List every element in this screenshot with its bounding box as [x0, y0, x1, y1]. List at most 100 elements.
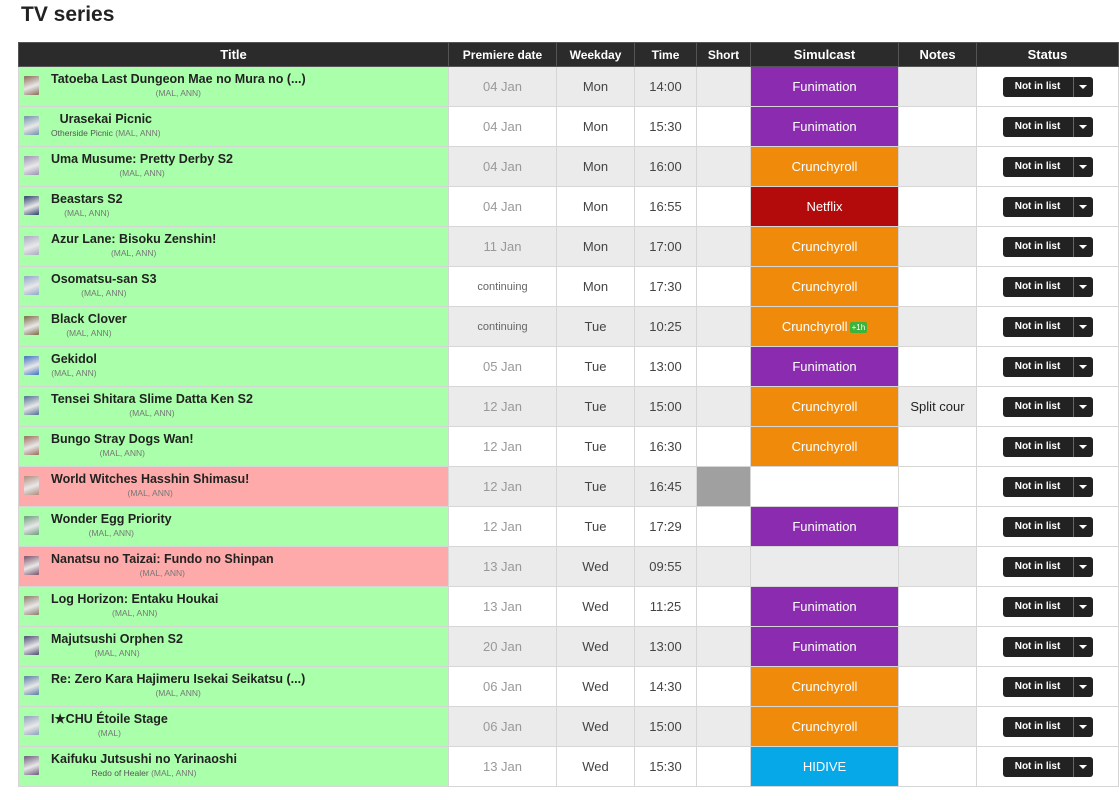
poster-thumbnail[interactable] [24, 356, 39, 375]
series-title[interactable]: Gekidol [51, 352, 97, 367]
poster-thumbnail[interactable] [24, 436, 39, 455]
external-links[interactable]: (MAL, ANN) [89, 528, 134, 538]
series-title[interactable]: Re: Zero Kara Hajimeru Isekai Seikatsu (… [51, 672, 305, 687]
caret-down-icon[interactable] [1072, 436, 1093, 457]
simulcast-service[interactable]: Crunchyroll [750, 226, 899, 267]
status-dropdown[interactable]: Not in list [1002, 236, 1093, 257]
external-links[interactable]: (MAL, ANN) [81, 288, 126, 298]
status-label[interactable]: Not in list [1003, 517, 1073, 537]
status-dropdown[interactable]: Not in list [1002, 556, 1093, 577]
column-header-short[interactable]: Short [696, 42, 751, 67]
poster-thumbnail[interactable] [24, 316, 39, 335]
series-title[interactable]: Osomatsu-san S3 [51, 272, 157, 287]
caret-down-icon[interactable] [1072, 596, 1093, 617]
status-dropdown[interactable]: Not in list [1002, 396, 1093, 417]
poster-thumbnail[interactable] [24, 76, 39, 95]
column-header-premiere-date[interactable]: Premiere date [448, 42, 557, 67]
caret-down-icon[interactable] [1072, 356, 1093, 377]
simulcast-service[interactable]: HIDIVE [750, 746, 899, 787]
caret-down-icon[interactable] [1072, 316, 1093, 337]
status-dropdown[interactable]: Not in list [1002, 516, 1093, 537]
simulcast-service[interactable]: Crunchyroll [750, 266, 899, 307]
series-title[interactable]: Beastars S2 [51, 192, 123, 207]
status-label[interactable]: Not in list [1003, 277, 1073, 297]
status-label[interactable]: Not in list [1003, 77, 1073, 97]
status-label[interactable]: Not in list [1003, 357, 1073, 377]
series-title[interactable]: Tensei Shitara Slime Datta Ken S2 [51, 392, 253, 407]
simulcast-service[interactable]: Funimation [750, 66, 899, 107]
series-title[interactable]: World Witches Hasshin Shimasu! [51, 472, 249, 487]
column-header-notes[interactable]: Notes [898, 42, 977, 67]
status-label[interactable]: Not in list [1003, 757, 1073, 777]
caret-down-icon[interactable] [1072, 116, 1093, 137]
simulcast-service[interactable]: Crunchyroll +1h [750, 306, 899, 347]
poster-thumbnail[interactable] [24, 236, 39, 255]
external-links[interactable]: (MAL, ANN) [140, 568, 185, 578]
simulcast-service[interactable]: Funimation [750, 626, 899, 667]
external-links[interactable]: (MAL, ANN) [127, 488, 172, 498]
caret-down-icon[interactable] [1072, 636, 1093, 657]
poster-thumbnail[interactable] [24, 596, 39, 615]
simulcast-service[interactable]: Crunchyroll [750, 706, 899, 747]
poster-thumbnail[interactable] [24, 556, 39, 575]
caret-down-icon[interactable] [1072, 676, 1093, 697]
external-links[interactable]: (MAL, ANN) [151, 768, 196, 778]
column-header-title[interactable]: Title [18, 42, 449, 67]
poster-thumbnail[interactable] [24, 476, 39, 495]
status-dropdown[interactable]: Not in list [1002, 356, 1093, 377]
external-links[interactable]: (MAL, ANN) [115, 128, 160, 138]
series-title[interactable]: Kaifuku Jutsushi no Yarinaoshi [51, 752, 237, 767]
simulcast-service[interactable]: Crunchyroll [750, 666, 899, 707]
simulcast-service[interactable]: Funimation [750, 106, 899, 147]
external-links[interactable]: (MAL, ANN) [94, 648, 139, 658]
status-dropdown[interactable]: Not in list [1002, 76, 1093, 97]
status-dropdown[interactable]: Not in list [1002, 636, 1093, 657]
caret-down-icon[interactable] [1072, 396, 1093, 417]
status-dropdown[interactable]: Not in list [1002, 116, 1093, 137]
series-title[interactable]: Tatoeba Last Dungeon Mae no Mura no (...… [51, 72, 306, 87]
caret-down-icon[interactable] [1072, 756, 1093, 777]
external-links[interactable]: (MAL, ANN) [51, 368, 96, 378]
status-dropdown[interactable]: Not in list [1002, 756, 1093, 777]
status-dropdown[interactable]: Not in list [1002, 156, 1093, 177]
caret-down-icon[interactable] [1072, 76, 1093, 97]
poster-thumbnail[interactable] [24, 756, 39, 775]
status-label[interactable]: Not in list [1003, 197, 1073, 217]
simulcast-service[interactable]: Funimation [750, 346, 899, 387]
status-dropdown[interactable]: Not in list [1002, 276, 1093, 297]
column-header-simulcast[interactable]: Simulcast [750, 42, 899, 67]
series-title[interactable]: Urasekai Picnic [51, 112, 161, 127]
status-label[interactable]: Not in list [1003, 597, 1073, 617]
poster-thumbnail[interactable] [24, 276, 39, 295]
status-dropdown[interactable]: Not in list [1002, 436, 1093, 457]
external-links[interactable]: (MAL, ANN) [111, 248, 156, 258]
simulcast-service[interactable]: Funimation [750, 586, 899, 627]
status-label[interactable]: Not in list [1003, 397, 1073, 417]
status-label[interactable]: Not in list [1003, 557, 1073, 577]
poster-thumbnail[interactable] [24, 396, 39, 415]
external-links[interactable]: (MAL, ANN) [155, 688, 200, 698]
status-label[interactable]: Not in list [1003, 677, 1073, 697]
status-label[interactable]: Not in list [1003, 717, 1073, 737]
series-title[interactable]: Majutsushi Orphen S2 [51, 632, 183, 647]
poster-thumbnail[interactable] [24, 156, 39, 175]
caret-down-icon[interactable] [1072, 276, 1093, 297]
status-label[interactable]: Not in list [1003, 437, 1073, 457]
poster-thumbnail[interactable] [24, 676, 39, 695]
status-label[interactable]: Not in list [1003, 317, 1073, 337]
external-links[interactable]: (MAL, ANN) [100, 448, 145, 458]
simulcast-service[interactable]: Netflix [750, 186, 899, 227]
series-title[interactable]: Uma Musume: Pretty Derby S2 [51, 152, 233, 167]
series-title[interactable]: Black Clover [51, 312, 127, 327]
series-title[interactable]: I★CHU Étoile Stage [51, 712, 168, 727]
series-title[interactable]: Log Horizon: Entaku Houkai [51, 592, 218, 607]
simulcast-service[interactable]: Crunchyroll [750, 426, 899, 467]
poster-thumbnail[interactable] [24, 716, 39, 735]
status-label[interactable]: Not in list [1003, 117, 1073, 137]
simulcast-service[interactable]: Funimation [750, 506, 899, 547]
caret-down-icon[interactable] [1072, 716, 1093, 737]
column-header-weekday[interactable]: Weekday [556, 42, 635, 67]
status-dropdown[interactable]: Not in list [1002, 716, 1093, 737]
caret-down-icon[interactable] [1072, 516, 1093, 537]
external-links[interactable]: (MAL, ANN) [64, 208, 109, 218]
